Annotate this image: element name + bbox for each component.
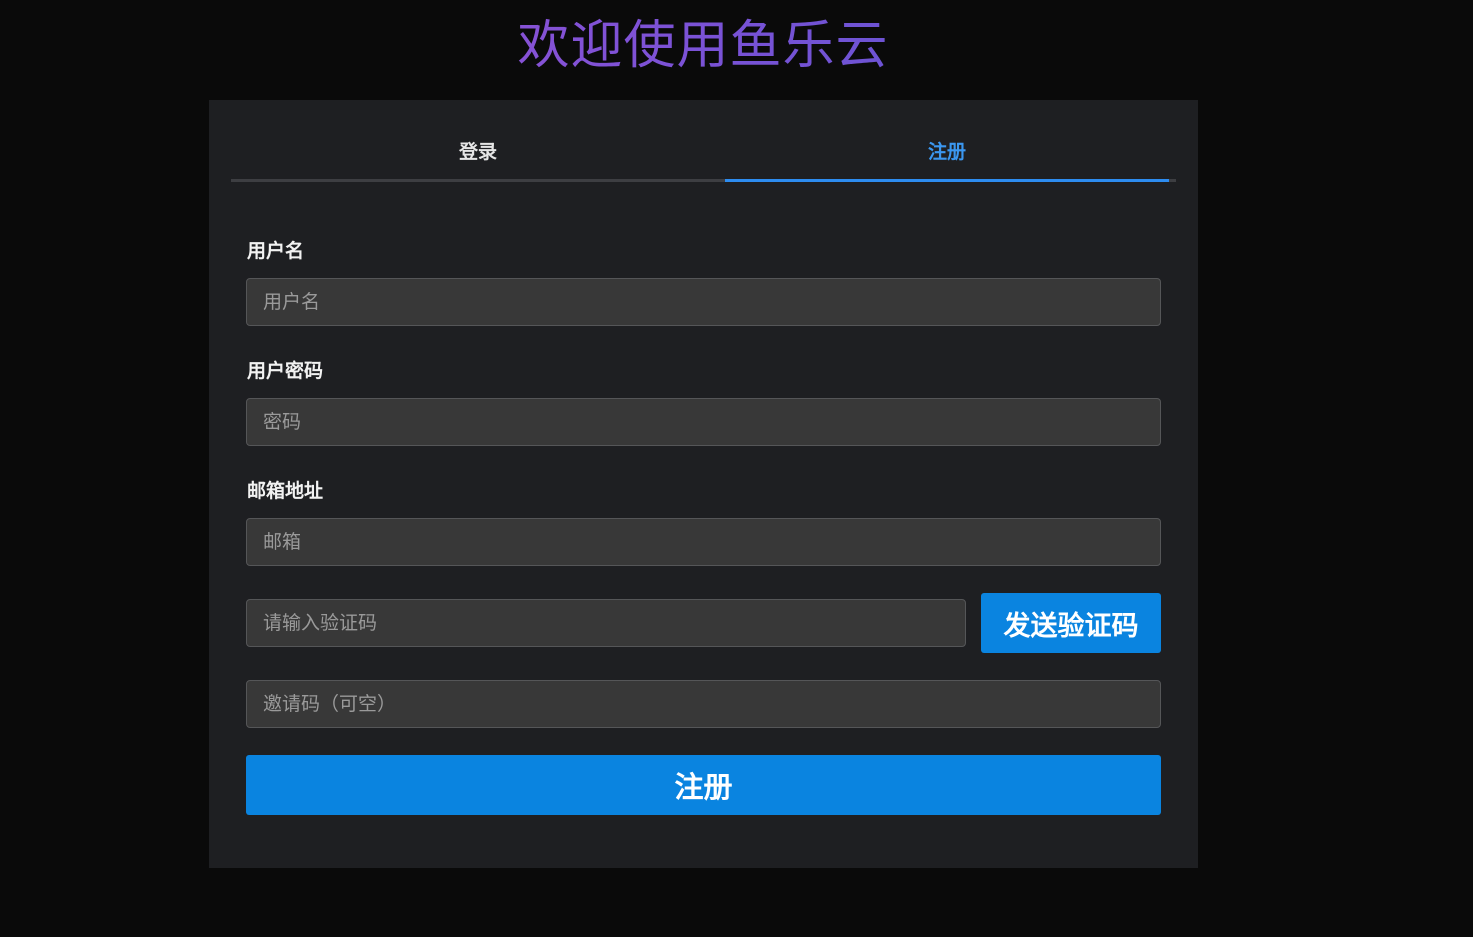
password-input[interactable] bbox=[246, 398, 1161, 446]
username-input[interactable] bbox=[246, 278, 1161, 326]
password-label: 用户密码 bbox=[247, 360, 324, 382]
register-button[interactable]: 注册 bbox=[246, 755, 1161, 815]
auth-tabs: 登录 注册 bbox=[231, 124, 1176, 182]
invite-code-input[interactable] bbox=[246, 680, 1161, 728]
tab-register[interactable]: 注册 bbox=[725, 124, 1169, 182]
auth-card: 登录 注册 用户名 用户密码 邮箱地址 发送验证码 注册 bbox=[209, 100, 1198, 868]
tab-login[interactable]: 登录 bbox=[231, 124, 725, 182]
username-label: 用户名 bbox=[247, 240, 305, 262]
verification-code-input[interactable] bbox=[246, 599, 966, 647]
send-code-button[interactable]: 发送验证码 bbox=[981, 593, 1161, 653]
email-input[interactable] bbox=[246, 518, 1161, 566]
page: 欢迎使用鱼乐云 登录 注册 用户名 用户密码 邮箱地址 发送验证码 注册 bbox=[0, 0, 1473, 937]
page-title: 欢迎使用鱼乐云 bbox=[0, 12, 1406, 80]
email-label: 邮箱地址 bbox=[247, 480, 324, 502]
